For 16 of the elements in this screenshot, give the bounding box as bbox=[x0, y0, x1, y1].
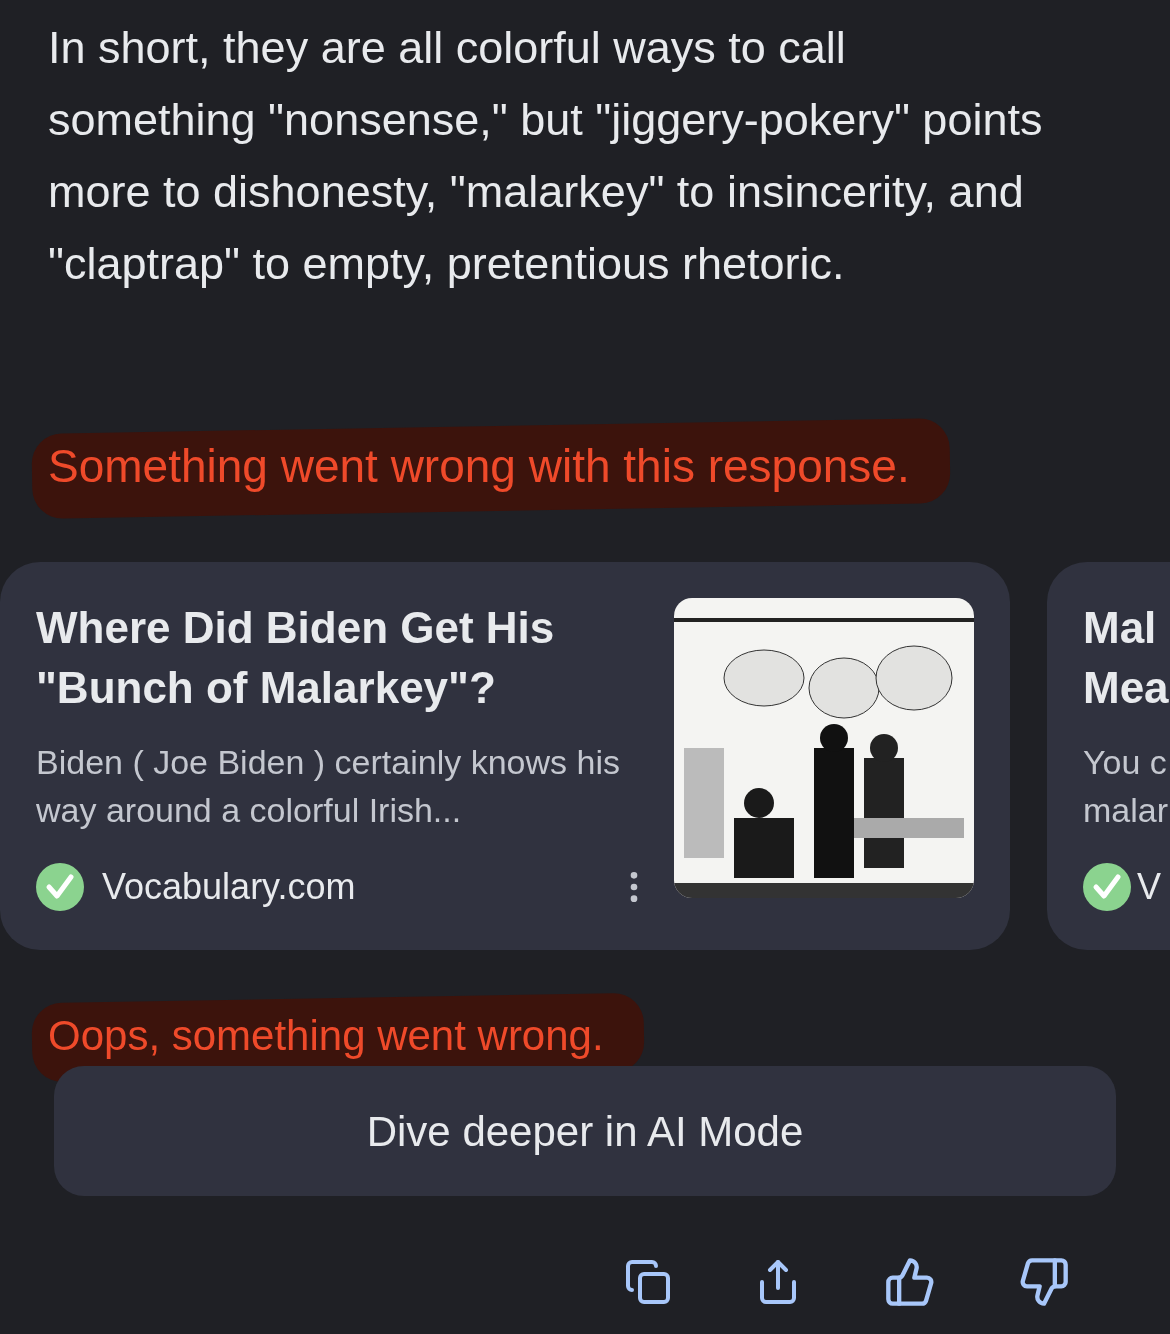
thumbs-up-icon[interactable] bbox=[884, 1256, 936, 1308]
card-title: Where Did Biden Get His "Bunch of Malarkey"? bbox=[36, 602, 556, 714]
card-snippet: Biden ( Joe Biden ) certainly knows his way around a colorful Irish... bbox=[36, 742, 621, 831]
error-message: Something went wrong with this response. bbox=[48, 440, 910, 492]
source-name: Vocabulary.com bbox=[102, 865, 356, 909]
error-message: Oops, something went wrong. bbox=[48, 1012, 604, 1059]
ai-mode-button[interactable]: Dive deeper in AI Mode bbox=[54, 1066, 1116, 1196]
source-card[interactable]: Where Did Biden Get His "Bunch of Malarkey"? Biden ( Joe Biden ) certainly knows his way around a colorful Irish... Vocabulary.com bbox=[0, 562, 1010, 950]
card-snippet: You c malar bbox=[1083, 742, 1170, 831]
thumbs-down-icon[interactable] bbox=[1018, 1256, 1070, 1308]
verified-check-icon bbox=[36, 863, 84, 911]
source-name: V bbox=[1137, 865, 1161, 909]
verified-check-icon bbox=[1083, 863, 1131, 911]
summary-paragraph: In short, they are all colorful ways to call something "nonsense," but "jiggery-pokery" points more to dishonesty, "malarkey" to insincerity, and "claptrap" to empty, pretentious rhetoric. bbox=[48, 21, 1044, 291]
source-card[interactable]: Mal Mea You c malar V bbox=[1047, 562, 1170, 950]
card-title: Mal Mea bbox=[1083, 602, 1170, 714]
